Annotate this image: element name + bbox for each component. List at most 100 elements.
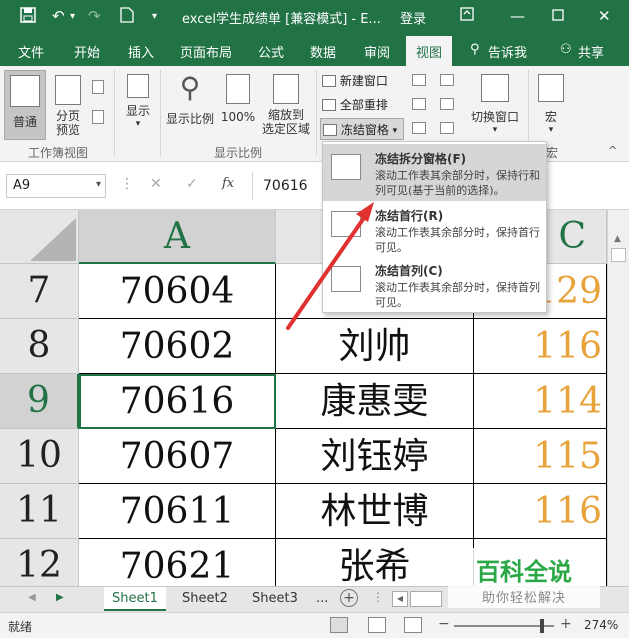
- undo-dropdown-icon[interactable]: ▾: [70, 11, 75, 22]
- freeze-panes-button[interactable]: 冻结窗格 ▾: [320, 118, 404, 140]
- row-header[interactable]: 12: [0, 539, 79, 586]
- cell-a[interactable]: 70611: [79, 484, 276, 539]
- page-break-status-icon[interactable]: [404, 617, 422, 633]
- scrollbar-thumb[interactable]: [611, 248, 626, 262]
- sheet-tab-1[interactable]: Sheet1: [104, 587, 166, 611]
- group-separator: [316, 70, 317, 156]
- row-header[interactable]: 9: [0, 374, 79, 429]
- select-all-corner[interactable]: [0, 210, 79, 264]
- undo-icon[interactable]: ↶: [52, 7, 65, 25]
- cell-c[interactable]: 116: [474, 319, 607, 374]
- collapse-ribbon-icon[interactable]: ^: [608, 144, 617, 157]
- enter-icon[interactable]: ✓: [186, 176, 198, 192]
- redo-icon[interactable]: ↷: [88, 7, 101, 25]
- cell-b[interactable]: 林世博: [276, 484, 474, 539]
- cell-c[interactable]: 114: [474, 374, 607, 429]
- cell-c[interactable]: 116: [474, 484, 607, 539]
- tab-review[interactable]: 审阅: [364, 42, 390, 61]
- row-header[interactable]: 10: [0, 429, 79, 484]
- tab-insert[interactable]: 插入: [128, 42, 154, 61]
- macro-button[interactable]: 宏 ▾: [534, 70, 568, 140]
- page-layout-icon[interactable]: [92, 80, 104, 94]
- new-window-button[interactable]: 新建窗口: [322, 72, 388, 90]
- page-layout-status-icon[interactable]: [368, 617, 386, 633]
- sheet-tab-3[interactable]: Sheet3: [244, 587, 306, 611]
- zoom-100-button[interactable]: 100%: [218, 70, 258, 140]
- freeze-panes-icon: [323, 123, 337, 136]
- save-icon[interactable]: [20, 7, 36, 27]
- unhide-icon[interactable]: [412, 122, 426, 134]
- minimize-icon[interactable]: —: [510, 7, 525, 25]
- group-label-views: 工作簿视图: [28, 146, 89, 160]
- sheet-tab-2[interactable]: Sheet2: [174, 587, 236, 611]
- login-link[interactable]: 登录: [400, 8, 426, 27]
- group-label-zoom: 显示比例: [214, 146, 263, 160]
- arrange-all-button[interactable]: 全部重排: [322, 96, 388, 114]
- tab-formulas[interactable]: 公式: [258, 42, 284, 61]
- cell-a[interactable]: 70602: [79, 319, 276, 374]
- custom-view-icon[interactable]: [92, 110, 104, 124]
- tab-home[interactable]: 开始: [74, 42, 100, 61]
- scroll-left-icon[interactable]: ◀: [392, 591, 408, 607]
- page-break-button[interactable]: 分页 预览: [50, 70, 86, 140]
- chevron-down-icon: ▾: [135, 119, 141, 129]
- tab-view[interactable]: 视图: [406, 36, 453, 66]
- tab-page-layout[interactable]: 页面布局: [180, 42, 232, 61]
- zoom-slider-track[interactable]: [454, 625, 554, 627]
- cell-a[interactable]: 70616: [79, 374, 276, 429]
- split-icon[interactable]: [412, 74, 426, 86]
- switch-window-button[interactable]: 切换窗口 ▾: [466, 70, 524, 140]
- cancel-icon[interactable]: ✕: [150, 176, 162, 192]
- horizontal-scrollbar-thumb[interactable]: [410, 591, 442, 607]
- show-button[interactable]: 显示 ▾: [120, 70, 156, 140]
- cell-c[interactable]: 115: [474, 429, 607, 484]
- cell-b[interactable]: 张希: [276, 539, 474, 586]
- tab-data[interactable]: 数据: [310, 42, 336, 61]
- cell-b[interactable]: 刘钰婷: [276, 429, 474, 484]
- tell-me[interactable]: 告诉我: [488, 42, 527, 61]
- row-header[interactable]: 8: [0, 319, 79, 374]
- zoom-slider-thumb[interactable]: [540, 619, 544, 633]
- zoom-selection-button[interactable]: 缩放到 选定区域: [258, 70, 314, 140]
- annotation-arrow: [286, 202, 374, 330]
- more-sheets[interactable]: ...: [308, 587, 336, 611]
- tab-file[interactable]: 文件: [18, 42, 44, 61]
- insert-function-icon[interactable]: fx: [222, 176, 234, 191]
- new-file-icon[interactable]: [120, 7, 134, 27]
- name-box[interactable]: A9 ▾: [6, 174, 106, 198]
- customize-qa-icon[interactable]: ▾: [152, 11, 157, 22]
- view-side-by-side-icon[interactable]: [440, 74, 454, 86]
- tab-splitter-icon[interactable]: ⋮: [372, 590, 384, 604]
- normal-view-status-icon[interactable]: [330, 617, 348, 633]
- close-icon[interactable]: ✕: [598, 7, 611, 25]
- chevron-down-icon: ▾: [548, 125, 554, 135]
- arrange-all-icon: [322, 98, 336, 111]
- cell-a[interactable]: 70604: [79, 264, 276, 319]
- prev-sheet-icon[interactable]: ◀: [28, 592, 36, 603]
- normal-view-button[interactable]: 普通: [4, 70, 46, 140]
- cell-a[interactable]: 70607: [79, 429, 276, 484]
- scroll-up-icon[interactable]: ▲: [614, 234, 621, 244]
- sync-scroll-icon[interactable]: [440, 98, 454, 110]
- reset-position-icon[interactable]: [440, 122, 454, 134]
- zoom-level[interactable]: 274%: [584, 618, 618, 632]
- vertical-scrollbar[interactable]: ▲: [607, 210, 629, 586]
- zoom-selection-icon: [273, 74, 299, 104]
- next-sheet-icon[interactable]: ▶: [56, 592, 64, 603]
- ribbon-display-icon[interactable]: [460, 7, 474, 25]
- column-header-a[interactable]: A: [79, 210, 276, 264]
- cell-a[interactable]: 70621: [79, 539, 276, 586]
- share-button[interactable]: 共享: [578, 42, 604, 61]
- zoom-button[interactable]: ⚲ 显示比例: [164, 70, 216, 140]
- cell-b[interactable]: 康惠雯: [276, 374, 474, 429]
- add-sheet-icon[interactable]: +: [340, 589, 358, 607]
- zoom-in-icon[interactable]: +: [560, 616, 572, 632]
- row-header[interactable]: 11: [0, 484, 79, 539]
- window-title: excel学生成绩单 [兼容模式] - E...: [182, 12, 381, 27]
- zoom-out-icon[interactable]: −: [438, 616, 450, 632]
- maximize-icon[interactable]: [552, 7, 564, 25]
- watermark-subtitle: 助你轻松解决: [481, 591, 566, 606]
- chevron-down-icon: ▾: [95, 179, 101, 190]
- hide-icon[interactable]: [412, 98, 426, 110]
- row-header[interactable]: 7: [0, 264, 79, 319]
